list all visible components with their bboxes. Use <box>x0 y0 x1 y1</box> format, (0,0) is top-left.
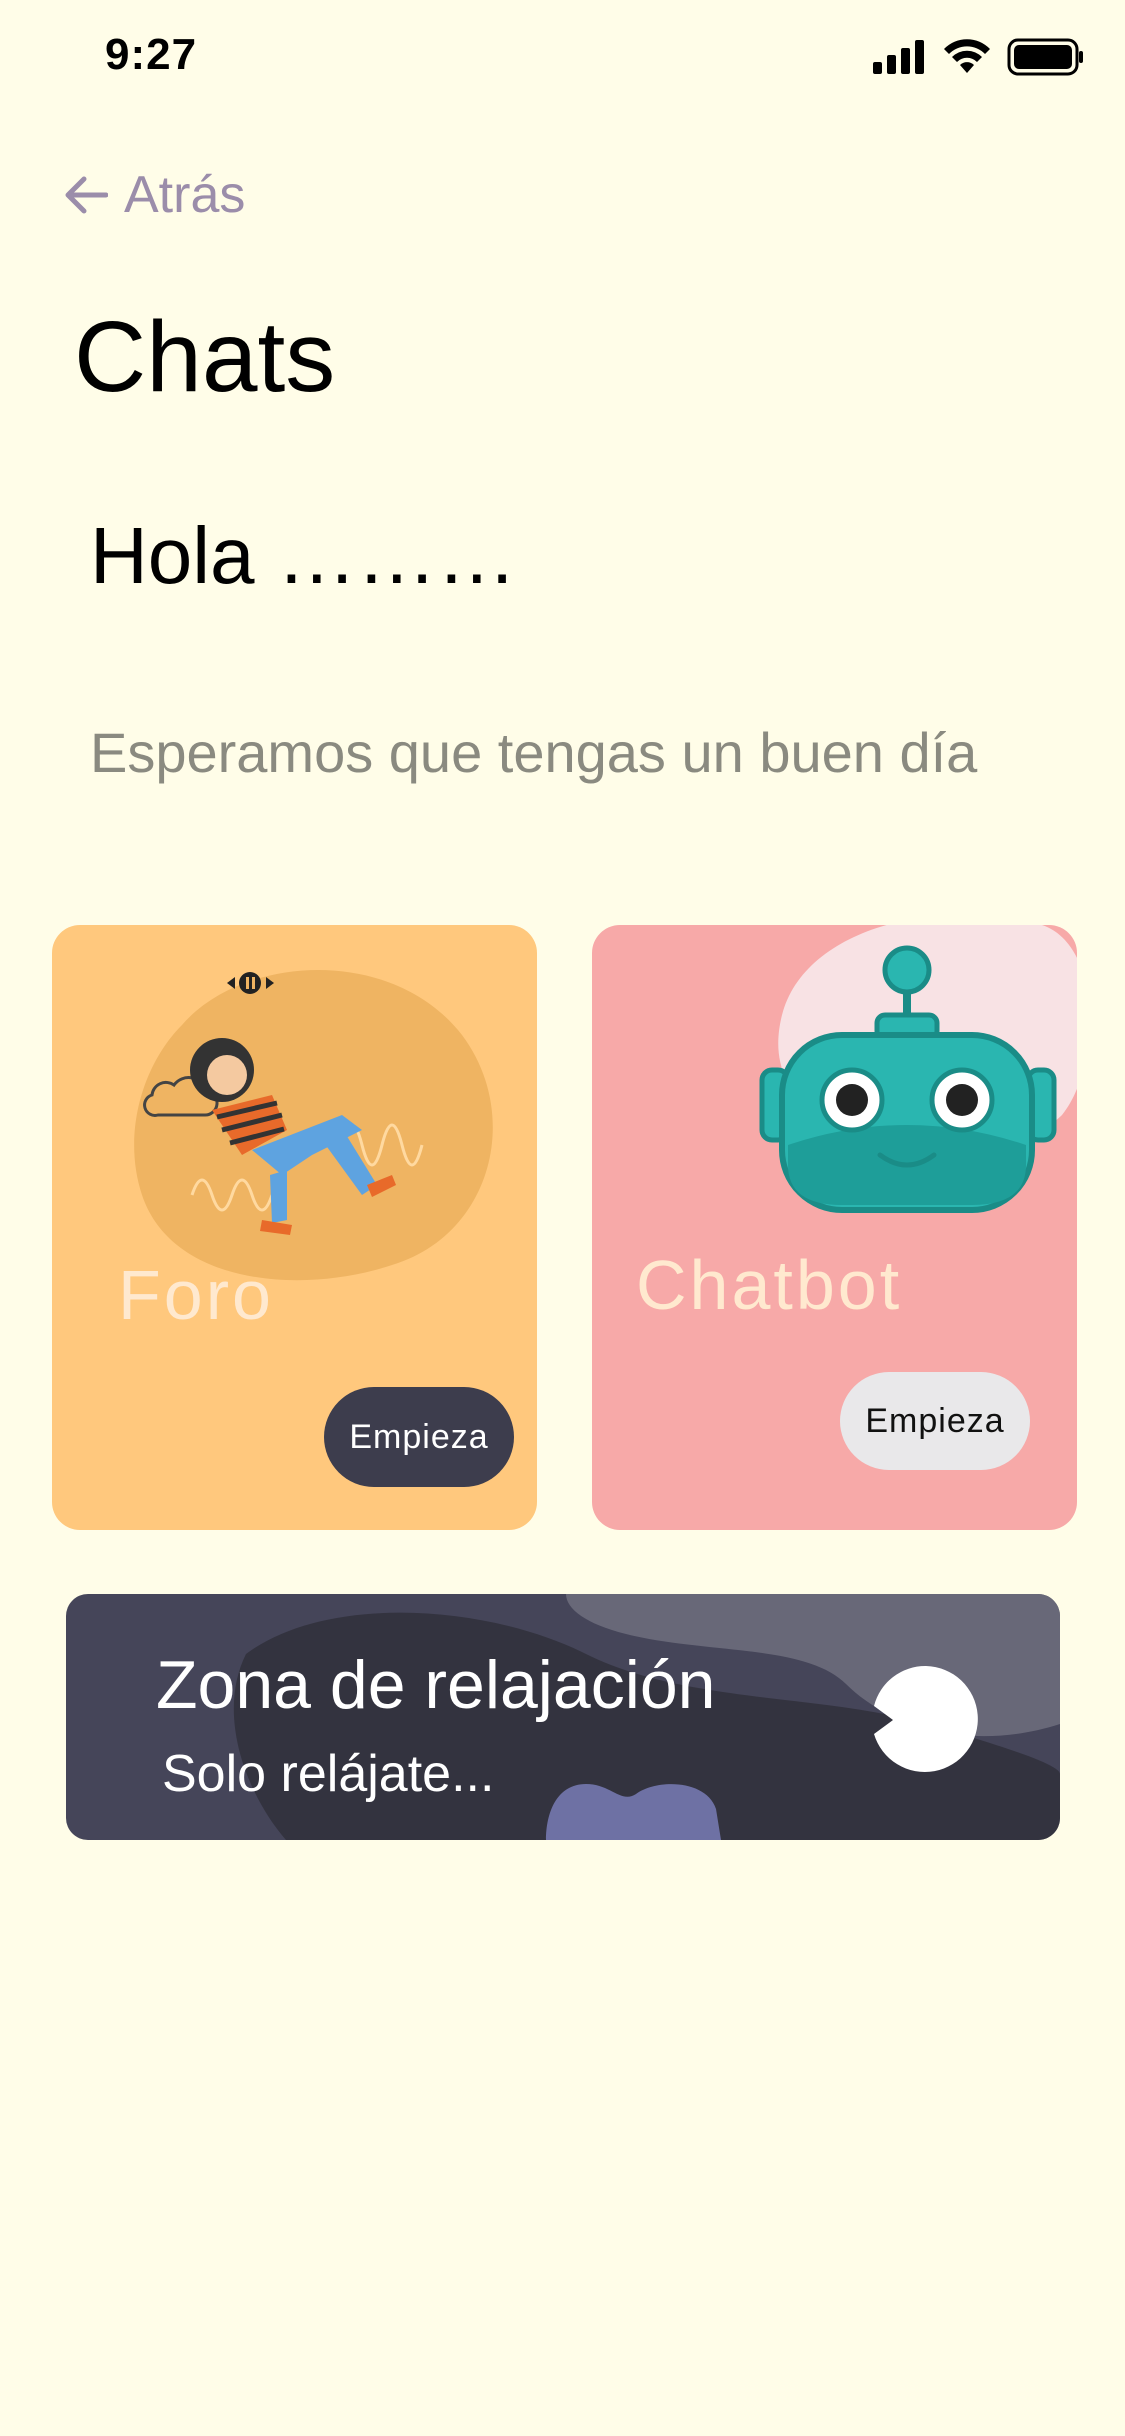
back-button[interactable]: Atrás <box>62 165 245 225</box>
chatbot-label: Chatbot <box>636 1246 903 1324</box>
robot-illustration <box>759 925 1077 1213</box>
moon-icon <box>874 1665 978 1772</box>
greeting-text: Hola ……… <box>90 511 517 600</box>
music-listener-illustration <box>134 970 493 1281</box>
subtitle-text: Esperamos que tengas un buen día <box>90 721 978 784</box>
foro-card[interactable]: Foro Empieza <box>52 925 537 1530</box>
foro-label: Foro <box>118 1256 274 1334</box>
signal-icon <box>873 40 924 74</box>
chatbot-card[interactable]: Chatbot Empieza <box>592 925 1077 1530</box>
back-label: Atrás <box>124 166 246 224</box>
relax-title: Zona de relajación <box>156 1647 716 1723</box>
relax-zone-card[interactable]: Zona de relajación Solo relájate... <box>66 1594 1060 1840</box>
status-icons <box>873 38 1085 76</box>
wifi-icon <box>944 39 990 73</box>
foro-start-button[interactable]: Empieza <box>324 1387 514 1487</box>
battery-icon <box>1007 38 1083 76</box>
page-title: Chats <box>74 301 336 413</box>
relax-subtitle: Solo relájate... <box>162 1745 495 1803</box>
arrow-left-icon <box>65 176 108 214</box>
chatbot-start-button[interactable]: Empieza <box>840 1372 1030 1470</box>
status-time: 9:27 <box>105 30 198 79</box>
